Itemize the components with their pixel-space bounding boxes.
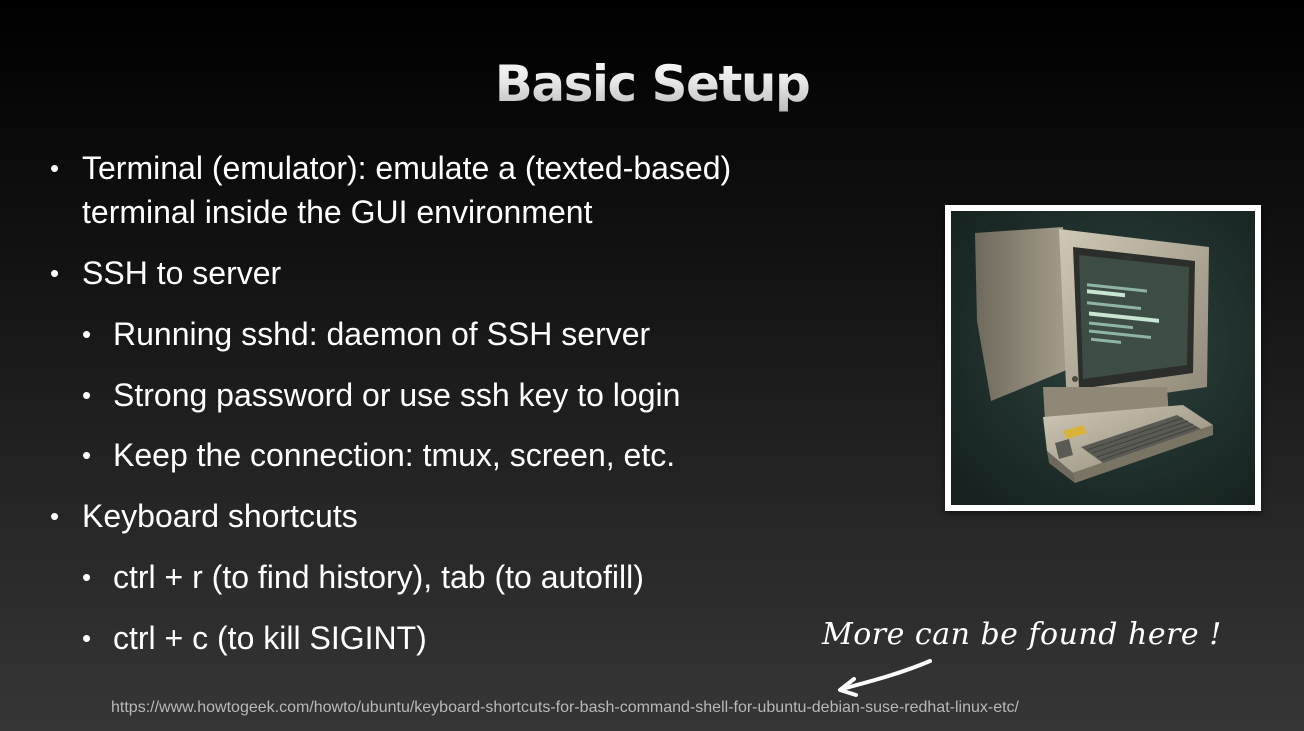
bullet-dot: • — [82, 440, 92, 470]
bullet-text: Keyboard shortcuts — [82, 498, 358, 534]
bullet-terminal-emulator: • Terminal (emulator): emulate a (texted… — [50, 146, 810, 234]
bullet-dot: • — [50, 258, 60, 288]
annotation-more-found-here: More can be found here ! — [822, 617, 1222, 652]
bullet-dot: • — [82, 319, 92, 349]
bullet-text: Running sshd: daemon of SSH server — [113, 316, 651, 352]
source-link[interactable]: https://www.howtogeek.com/howto/ubuntu/k… — [111, 697, 1019, 719]
ibm-logo: IBM — [1123, 256, 1132, 262]
bullet-keyboard-shortcuts: • Keyboard shortcuts — [50, 494, 358, 538]
bullet-text: ctrl + r (to find history), tab (to auto… — [113, 559, 644, 595]
bullet-dot: • — [50, 501, 60, 531]
bullet-ssh-to-server: • SSH to server — [50, 251, 281, 295]
bullet-dot: • — [82, 562, 92, 592]
bullet-text: SSH to server — [82, 255, 282, 291]
sub-bullet-ctrl-r: • ctrl + r (to find history), tab (to au… — [82, 555, 644, 599]
bullet-text: Keep the connection: tmux, screen, etc. — [113, 437, 676, 473]
slide-title: Basic Setup — [0, 52, 1304, 116]
bullet-dot: • — [50, 153, 60, 183]
bullet-dot: • — [82, 380, 92, 410]
bullet-text: Strong password or use ssh key to login — [113, 377, 681, 413]
vintage-terminal-illustration: IBM — [951, 211, 1255, 505]
arrow-icon — [838, 659, 932, 697]
sub-bullet-ctrl-c: • ctrl + c (to kill SIGINT) — [82, 616, 427, 660]
bullet-text: ctrl + c (to kill SIGINT) — [113, 620, 427, 656]
terminal-photo: IBM — [945, 205, 1261, 511]
sub-bullet-running-sshd: • Running sshd: daemon of SSH server — [82, 312, 650, 356]
sub-bullet-keep-connection: • Keep the connection: tmux, screen, etc… — [82, 433, 675, 477]
sub-bullet-strong-password: • Strong password or use ssh key to logi… — [82, 373, 680, 417]
bullet-text: Terminal (emulator): emulate a (texted-b… — [82, 150, 732, 230]
bullet-dot: • — [82, 623, 92, 653]
